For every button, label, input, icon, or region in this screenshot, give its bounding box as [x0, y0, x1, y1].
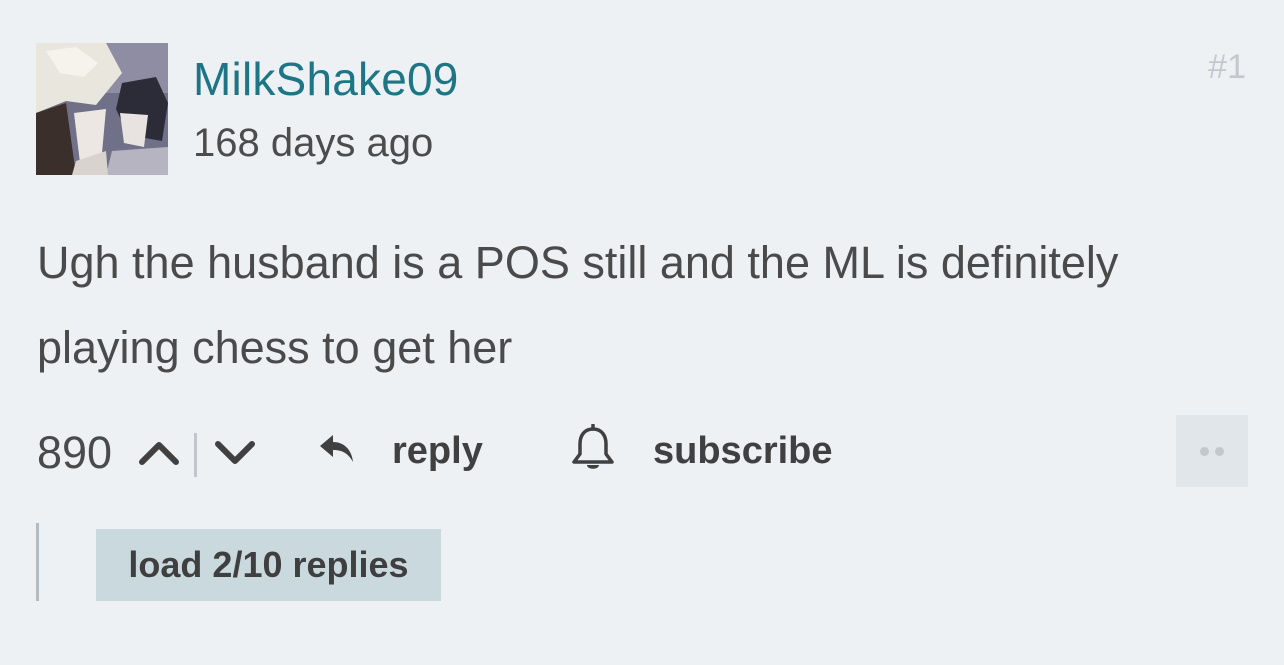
comment-body: Ugh the husband is a POS still and the M… — [37, 237, 1119, 373]
more-dots-icon — [1215, 446, 1224, 456]
avatar[interactable] — [36, 43, 168, 175]
reply-button[interactable]: reply — [318, 415, 483, 487]
reply-arrow-icon — [318, 432, 356, 471]
comment-actions: 890 reply subscribe — [37, 415, 1248, 487]
subscribe-button[interactable]: subscribe — [570, 415, 833, 487]
comment-card: MilkShake09 168 days ago #1 Ugh the husb… — [0, 0, 1284, 665]
load-replies-button[interactable]: load 2/10 replies — [96, 529, 441, 601]
username[interactable]: MilkShake09 — [193, 52, 459, 106]
chevron-down-icon[interactable] — [213, 434, 257, 475]
reply-label: reply — [392, 429, 483, 472]
bell-icon — [570, 422, 616, 479]
thread-line — [36, 523, 39, 601]
more-dots-icon — [1200, 446, 1209, 456]
timestamp: 168 days ago — [193, 121, 434, 165]
comment-number[interactable]: #1 — [1208, 48, 1246, 87]
chevron-up-icon[interactable] — [137, 434, 181, 475]
vote-count: 890 — [37, 427, 113, 478]
user-avatar-image — [36, 43, 168, 175]
more-options-button[interactable] — [1176, 415, 1248, 487]
subscribe-label: subscribe — [653, 429, 833, 472]
vote-divider — [194, 433, 197, 477]
